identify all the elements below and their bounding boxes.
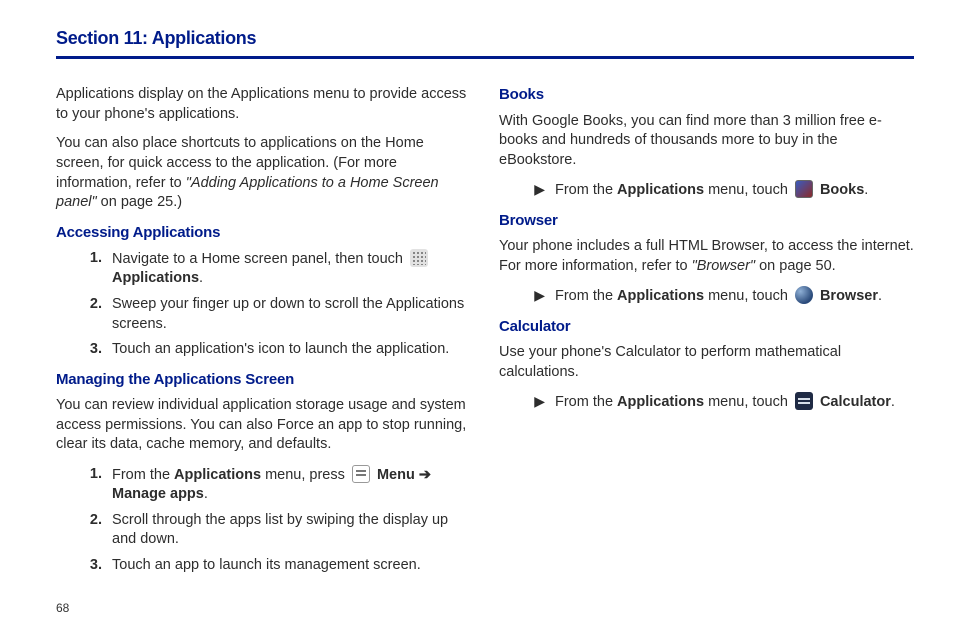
bullet-icon: ▶ — [523, 180, 545, 199]
section-title: Section 11: Applications — [56, 26, 914, 59]
left-column: Applications display on the Applications… — [56, 85, 471, 581]
list-item: 1. Navigate to a Home screen panel, then… — [56, 249, 471, 289]
books-icon — [795, 180, 813, 198]
text: Navigate to a Home screen panel, then to… — [112, 251, 407, 267]
label-applications: Applications — [174, 467, 261, 483]
list-item: ▶ From the Applications menu, touch Calc… — [499, 392, 914, 413]
label-applications: Applications — [617, 394, 704, 410]
heading-calculator: Calculator — [499, 317, 914, 337]
list-item: 2. Scroll through the apps list by swipi… — [56, 511, 471, 550]
list-item: ▶ From the Applications menu, touch Brow… — [499, 286, 914, 307]
list-item: 3. Touch an app to launch its management… — [56, 556, 471, 576]
intro-paragraph-1: Applications display on the Applications… — [56, 85, 471, 124]
text: From the — [112, 467, 174, 483]
bullet-icon: ▶ — [523, 392, 545, 411]
text: . — [878, 288, 882, 304]
list-text: From the Applications menu, press Menu ➔… — [112, 465, 471, 505]
text: menu, touch — [704, 288, 792, 304]
label-books: Books — [820, 182, 864, 198]
arrow-icon: ➔ — [415, 467, 431, 483]
text: menu, touch — [704, 182, 792, 198]
text: on page 50. — [755, 258, 836, 274]
list-text: Touch an application's icon to launch th… — [112, 340, 471, 360]
list-text: From the Applications menu, touch Calcul… — [555, 392, 914, 413]
browser-intro: Your phone includes a full HTML Browser,… — [499, 237, 914, 276]
list-number: 3. — [80, 556, 102, 576]
text: menu, press — [261, 467, 349, 483]
heading-browser: Browser — [499, 211, 914, 231]
list-text: From the Applications menu, touch Browse… — [555, 286, 914, 307]
text: From the — [555, 394, 617, 410]
calculator-intro: Use your phone's Calculator to perform m… — [499, 343, 914, 382]
label-calculator: Calculator — [820, 394, 891, 410]
text: on page 25.) — [97, 194, 182, 210]
two-column-layout: Applications display on the Applications… — [56, 85, 914, 581]
text: . — [864, 182, 868, 198]
text: menu, touch — [704, 394, 792, 410]
list-number: 2. — [80, 295, 102, 315]
heading-books: Books — [499, 85, 914, 105]
list-number: 2. — [80, 511, 102, 531]
page-number: 68 — [56, 600, 69, 616]
list-number: 3. — [80, 340, 102, 360]
browser-icon — [795, 286, 813, 304]
label-applications: Applications — [617, 182, 704, 198]
label-browser: Browser — [820, 288, 878, 304]
menu-icon — [352, 465, 370, 483]
list-text: Scroll through the apps list by swiping … — [112, 511, 471, 550]
heading-accessing-applications: Accessing Applications — [56, 223, 471, 243]
document-page: Section 11: Applications Applications di… — [0, 0, 954, 636]
list-text: Sweep your finger up or down to scroll t… — [112, 295, 471, 334]
cross-reference: "Browser" — [692, 258, 755, 274]
list-number: 1. — [80, 249, 102, 269]
intro-paragraph-2: You can also place shortcuts to applicat… — [56, 134, 471, 212]
text: . — [204, 486, 208, 502]
list-text: Touch an app to launch its management sc… — [112, 556, 471, 576]
manage-intro-paragraph: You can review individual application st… — [56, 396, 471, 455]
applications-icon — [410, 249, 428, 267]
label-applications: Applications — [112, 270, 199, 286]
list-item: ▶ From the Applications menu, touch Book… — [499, 180, 914, 201]
text: . — [199, 270, 203, 286]
list-text: Navigate to a Home screen panel, then to… — [112, 249, 471, 289]
label-menu: Menu — [377, 467, 415, 483]
calculator-icon — [795, 392, 813, 410]
label-manage-apps: Manage apps — [112, 486, 204, 502]
text: . — [891, 394, 895, 410]
bullet-icon: ▶ — [523, 286, 545, 305]
text: From the — [555, 288, 617, 304]
list-number: 1. — [80, 465, 102, 485]
right-column: Books With Google Books, you can find mo… — [499, 85, 914, 581]
label-applications: Applications — [617, 288, 704, 304]
list-item: 2. Sweep your finger up or down to scrol… — [56, 295, 471, 334]
list-item: 3. Touch an application's icon to launch… — [56, 340, 471, 360]
books-intro: With Google Books, you can find more tha… — [499, 112, 914, 171]
list-item: 1. From the Applications menu, press Men… — [56, 465, 471, 505]
list-text: From the Applications menu, touch Books. — [555, 180, 914, 201]
heading-managing-applications: Managing the Applications Screen — [56, 370, 471, 390]
text: From the — [555, 182, 617, 198]
